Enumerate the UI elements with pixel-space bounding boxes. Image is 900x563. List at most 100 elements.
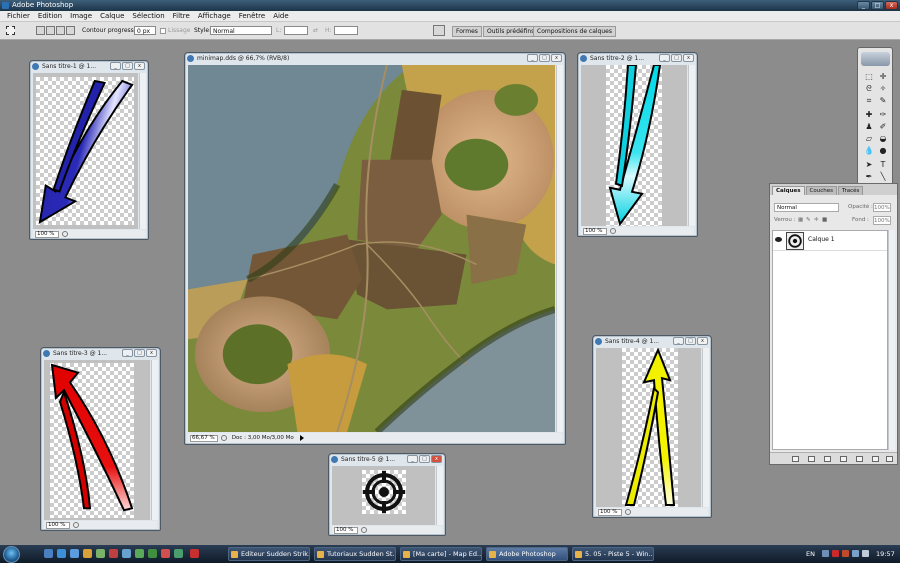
menu-filtre[interactable]: Filtre [169, 11, 194, 21]
lock-all-icon[interactable]: ■ [822, 216, 827, 225]
document-title-bar[interactable]: Sans titre-4 @ 1... _ □ x [593, 336, 711, 347]
document-window-sans-titre-2[interactable]: Sans titre-2 @ 1... _ □ x 100 % [577, 52, 698, 237]
slice-tool-icon[interactable]: ✎ [877, 96, 889, 106]
task-tutoriaux-sudden-strike[interactable]: Tutoriaux Sudden St... [314, 547, 396, 561]
tab-couches[interactable]: Couches [805, 186, 837, 195]
doc-maximize-button[interactable]: □ [685, 337, 696, 345]
status-menu-arrow-icon[interactable] [299, 434, 304, 441]
blend-mode-select[interactable]: Normal [774, 203, 839, 212]
zoom-field[interactable]: 66,67 % [190, 435, 218, 442]
doc-close-button[interactable]: x [134, 62, 145, 70]
clone-stamp-tool-icon[interactable]: ♟ [863, 122, 875, 132]
tab-outils-predefinis[interactable]: Outils prédéfins [483, 26, 539, 37]
zoom-field[interactable]: 100 % [35, 231, 59, 238]
start-button[interactable] [3, 546, 20, 563]
navigator-icon[interactable] [361, 526, 367, 533]
tray-icon-2[interactable] [832, 550, 839, 557]
move-tool-icon[interactable]: ✛ [877, 72, 889, 82]
menu-aide[interactable]: Aide [269, 11, 292, 21]
doc-close-button[interactable]: x [431, 455, 442, 463]
doc-maximize-button[interactable]: □ [671, 54, 682, 62]
document-canvas[interactable] [332, 466, 435, 525]
document-window-sans-titre-4[interactable]: Sans titre-4 @ 1... _ □ x 100 % [592, 335, 712, 518]
document-title-bar[interactable]: Sans titre-3 @ 1... _ □ x [41, 348, 160, 359]
doc-maximize-button[interactable]: □ [134, 349, 145, 357]
doc-minimize-button[interactable]: _ [673, 337, 684, 345]
layers-scrollbar[interactable] [888, 230, 895, 450]
history-brush-tool-icon[interactable]: ✐ [877, 122, 889, 132]
document-canvas[interactable] [44, 360, 150, 520]
pen-tool-icon[interactable]: ✒ [863, 172, 875, 182]
tab-calques[interactable]: Calques [772, 186, 805, 195]
link-layers-icon[interactable] [792, 456, 799, 462]
close-button[interactable]: x [885, 1, 898, 10]
menu-fichier[interactable]: Fichier [3, 11, 34, 21]
tab-formes[interactable]: Formes [452, 26, 482, 37]
document-canvas[interactable] [33, 73, 138, 229]
feather-input[interactable]: 0 px [134, 26, 156, 35]
doc-close-button[interactable]: x [683, 54, 694, 62]
lasso-tool-icon[interactable]: ᘓ [863, 84, 875, 94]
tab-traces[interactable]: Tracés [837, 186, 864, 195]
vertical-scrollbar[interactable] [702, 348, 709, 507]
navigator-icon[interactable] [62, 230, 68, 237]
app-icon-4[interactable] [135, 549, 144, 558]
doc-minimize-button[interactable]: _ [122, 349, 133, 357]
opacity-input[interactable]: 100% [873, 203, 891, 212]
style-select[interactable]: Normal [210, 26, 272, 35]
vertical-scrollbar[interactable] [556, 65, 563, 432]
transparent-canvas[interactable] [606, 65, 662, 226]
task-media-player-piste-5[interactable]: 5. 05 - Piste 5 - Win... [572, 547, 654, 561]
adjustment-layer-icon[interactable] [840, 456, 847, 462]
lock-transparency-icon[interactable]: ▦ [798, 216, 803, 225]
layer-name[interactable]: Calque 1 [808, 236, 835, 243]
delete-layer-icon[interactable] [886, 456, 893, 462]
document-title-bar[interactable]: minimap.dds @ 66,7% (RVB/8) _ □ x [185, 53, 565, 64]
vertical-scrollbar[interactable] [436, 466, 443, 525]
app-icon-7[interactable] [174, 549, 183, 558]
task-editeur-sudden-strike[interactable]: Editeur Sudden Strik... [228, 547, 310, 561]
document-window-sans-titre-5[interactable]: Sans titre-5 @ 1... _ □ x 100 % [328, 453, 446, 536]
doc-minimize-button[interactable]: _ [659, 54, 670, 62]
zoom-field[interactable]: 100 % [583, 228, 607, 235]
subtract-selection-icon[interactable] [56, 26, 65, 35]
document-canvas[interactable] [188, 65, 555, 432]
layer-style-icon[interactable] [808, 456, 815, 462]
type-tool-icon[interactable]: T [877, 160, 889, 170]
vertical-scrollbar[interactable] [151, 360, 158, 520]
document-title-bar[interactable]: Sans titre-1 @ 1... _ □ x [30, 61, 148, 72]
tray-icon-1[interactable] [822, 550, 829, 557]
eraser-tool-icon[interactable]: ▱ [863, 134, 875, 144]
height-input[interactable] [334, 26, 358, 35]
language-indicator[interactable]: EN [806, 545, 815, 563]
zoom-field[interactable]: 100 % [46, 522, 70, 529]
menu-fenetre[interactable]: Fenêtre [235, 11, 269, 21]
marquee-tool-icon[interactable]: ⬚ [863, 72, 875, 82]
app-icon-3[interactable] [122, 549, 131, 558]
magic-wand-tool-icon[interactable]: ✧ [877, 84, 889, 94]
task-adobe-photoshop[interactable]: Adobe Photoshop [486, 547, 568, 561]
tab-compositions-de-calques[interactable]: Compositions de calques [533, 26, 616, 37]
menu-calque[interactable]: Calque [96, 11, 128, 21]
navigator-icon[interactable] [221, 434, 227, 441]
lock-paint-icon[interactable]: ✎ [806, 216, 811, 225]
intersect-selection-icon[interactable] [66, 26, 75, 35]
doc-minimize-button[interactable]: _ [110, 62, 121, 70]
media-player-icon[interactable] [70, 549, 79, 558]
doc-close-button[interactable]: x [146, 349, 157, 357]
lock-move-icon[interactable]: ✛ [814, 216, 819, 225]
maximize-button[interactable]: □ [871, 1, 884, 10]
vertical-scrollbar[interactable] [688, 65, 695, 226]
line-tool-icon[interactable]: ╲ [877, 172, 889, 182]
doc-maximize-button[interactable]: □ [122, 62, 133, 70]
show-desktop-icon[interactable] [44, 549, 53, 558]
width-input[interactable] [284, 26, 308, 35]
dodge-tool-icon[interactable]: ● [877, 146, 889, 156]
transparent-canvas[interactable] [36, 77, 134, 225]
doc-maximize-button[interactable]: □ [419, 455, 430, 463]
document-canvas[interactable] [581, 65, 687, 226]
navigator-icon[interactable] [73, 521, 79, 528]
document-window-sans-titre-3[interactable]: Sans titre-3 @ 1... _ □ x 100 % [40, 347, 161, 531]
adobe-online-feather-icon[interactable] [861, 52, 890, 66]
document-canvas[interactable] [596, 348, 701, 507]
